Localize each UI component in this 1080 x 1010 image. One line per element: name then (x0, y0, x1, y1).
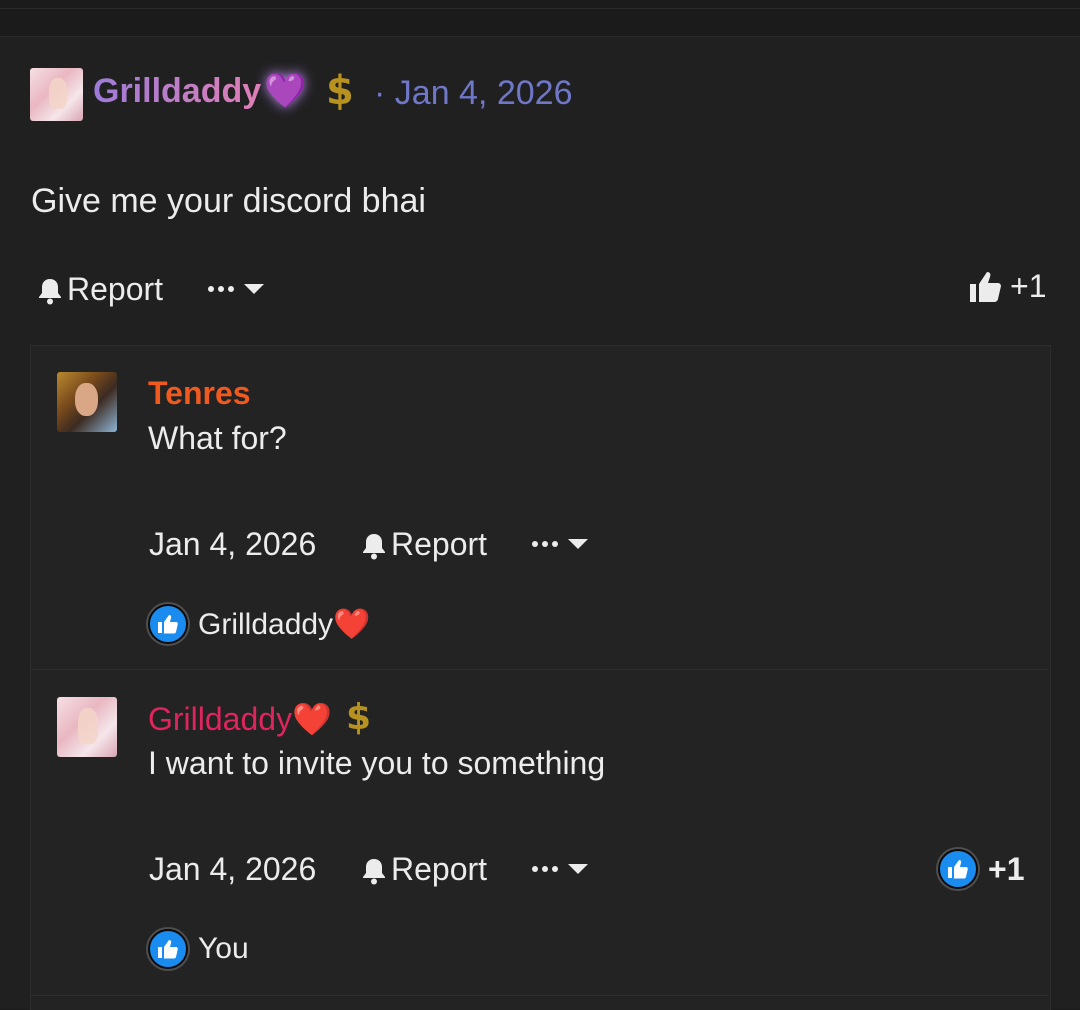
heart-icon: ❤️ (292, 701, 332, 737)
like-reaction-icon (148, 929, 188, 969)
report-button[interactable]: Report (361, 526, 487, 563)
report-label: Report (391, 526, 488, 562)
thumbs-up-icon (970, 271, 1001, 302)
post-date[interactable]: · Jan 4, 2026 (374, 74, 572, 113)
more-dots-icon (532, 541, 558, 547)
like-button[interactable]: +1 (968, 268, 1046, 305)
like-count: +1 (1010, 268, 1047, 304)
reply-date[interactable]: Jan 4, 2026 (149, 851, 316, 888)
report-label: Report (391, 851, 488, 887)
avatar[interactable] (30, 68, 83, 121)
dollar-badge-icon: $ (326, 68, 354, 114)
bell-icon (361, 856, 387, 884)
more-dots-icon (208, 286, 234, 292)
avatar[interactable] (57, 372, 117, 432)
reply-author-name[interactable]: Tenres (148, 375, 251, 412)
post-author-name[interactable]: Grilldaddy (93, 72, 261, 111)
caret-down-icon (244, 284, 264, 294)
report-button[interactable]: Report (361, 851, 487, 888)
reply-author-name[interactable]: Grilldaddy❤️ (148, 700, 332, 738)
reactor-name: You (198, 932, 249, 965)
report-label: Report (67, 271, 164, 307)
reply-message: What for? (148, 420, 287, 456)
heart-icon: 💜 (264, 72, 307, 110)
more-options-button[interactable] (208, 284, 264, 294)
avatar[interactable] (57, 697, 117, 757)
bell-icon (361, 531, 387, 559)
dollar-badge-icon: $ (346, 697, 372, 738)
reaction-summary[interactable]: You (148, 929, 249, 969)
like-button[interactable]: +1 (938, 849, 1024, 889)
more-dots-icon (532, 866, 558, 872)
date-separator: · (374, 74, 386, 112)
bell-icon (37, 276, 63, 304)
post-message: Give me your discord bhai (31, 182, 426, 220)
reply-date[interactable]: Jan 4, 2026 (149, 526, 316, 563)
top-bar (0, 0, 1080, 37)
post-date-text[interactable]: Jan 4, 2026 (395, 74, 573, 112)
reply-author-text: Grilldaddy (148, 701, 293, 737)
more-options-button[interactable] (532, 864, 588, 874)
heart-icon: ❤️ (333, 607, 371, 641)
reactor-name: Grilldaddy (198, 607, 334, 641)
reply-divider (30, 995, 1049, 996)
caret-down-icon (568, 864, 588, 874)
like-reaction-icon (148, 604, 188, 644)
more-options-button[interactable] (532, 539, 588, 549)
reaction-summary[interactable]: Grilldaddy❤️ (148, 604, 370, 644)
top-divider (0, 8, 1080, 9)
reply-message: I want to invite you to something (148, 745, 606, 781)
report-button[interactable]: Report (37, 271, 163, 308)
caret-down-icon (568, 539, 588, 549)
reply-divider (30, 669, 1049, 670)
like-count: +1 (988, 850, 1025, 887)
like-reaction-icon (938, 849, 978, 889)
